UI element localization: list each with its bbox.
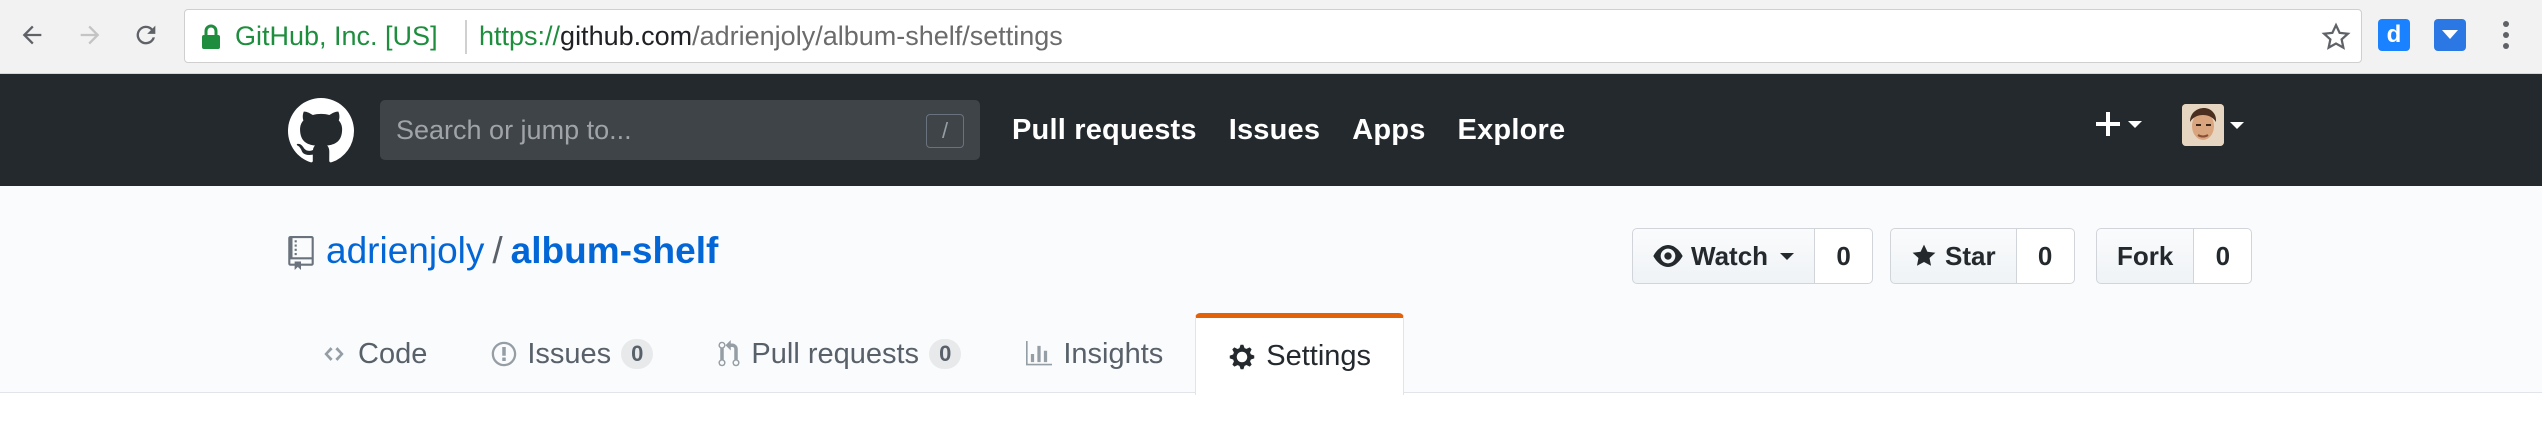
pocket-extension-icon[interactable] [2434, 19, 2466, 51]
repo-icon [288, 236, 314, 270]
star-icon [1912, 244, 1936, 266]
secure-origin-label: GitHub, Inc. [US] [235, 21, 438, 51]
chevron-down-icon [2128, 120, 2142, 128]
star-group: Star 0 [1890, 228, 2075, 284]
fork-label: Fork [2117, 240, 2174, 271]
tab-insights[interactable]: Insights [993, 314, 1195, 394]
arrow-left-icon [22, 25, 42, 45]
tab-issues-count: 0 [621, 339, 654, 369]
reload-button[interactable] [126, 15, 166, 55]
fork-button[interactable]: Fork [2096, 228, 2195, 284]
lock-icon [202, 24, 220, 49]
nav-pull-requests[interactable]: Pull requests [1012, 114, 1197, 147]
graph-icon [1026, 341, 1053, 366]
back-button[interactable] [12, 15, 52, 55]
arrow-right-icon [80, 25, 100, 45]
pull-request-icon [718, 340, 740, 367]
watch-group: Watch 0 [1632, 228, 1874, 284]
url-scheme: https:// [479, 21, 561, 51]
search-input[interactable]: Search or jump to... / [380, 100, 980, 160]
fork-group: Fork 0 [2096, 228, 2253, 284]
eye-icon [1653, 245, 1683, 267]
url-text: https://github.com/adrienjoly/album-shel… [479, 21, 1063, 52]
star-label: Star [1945, 240, 1996, 271]
create-new-dropdown[interactable] [2094, 110, 2142, 138]
browser-toolbar: GitHub, Inc. [US] https://github.com/adr… [0, 0, 2542, 74]
url-host: github.com [560, 21, 693, 51]
tab-pull-requests-count: 0 [929, 339, 962, 369]
url-path: /adrienjoly/album-shelf/settings [692, 21, 1063, 51]
reload-icon [136, 25, 156, 45]
star-button[interactable]: Star [1890, 228, 2017, 284]
watch-label: Watch [1691, 240, 1769, 271]
user-menu-dropdown[interactable] [2182, 104, 2244, 146]
tab-code-label: Code [358, 337, 428, 370]
d-extension-icon[interactable]: d [2378, 19, 2410, 51]
github-header: Search or jump to... / Pull requests Iss… [0, 74, 2542, 186]
tab-code[interactable]: Code [288, 314, 459, 394]
global-nav: Pull requests Issues Apps Explore [1012, 114, 1565, 147]
github-octocat-icon[interactable] [288, 98, 354, 164]
address-bar[interactable]: GitHub, Inc. [US] https://github.com/adr… [184, 9, 2362, 63]
tab-pull-requests[interactable]: Pull requests 0 [685, 314, 993, 394]
repo-tabs: Code Issues 0 Pull requests 0 Insights S… [288, 313, 1405, 395]
repository-header: adrienjoly / album-shelf Watch 0 Star 0 Fo… [0, 186, 2542, 395]
forward-button[interactable] [70, 15, 110, 55]
tab-insights-label: Insights [1063, 337, 1164, 370]
search-placeholder: Search or jump to... [396, 115, 632, 145]
bookmark-star-icon[interactable] [2321, 22, 2351, 52]
tab-settings[interactable]: Settings [1195, 313, 1405, 395]
tab-issues-label: Issues [527, 337, 612, 370]
tab-settings-label: Settings [1266, 340, 1372, 372]
search-shortcut-key: / [926, 114, 964, 148]
fork-count[interactable]: 0 [2194, 228, 2253, 284]
chevron-down-icon [1780, 252, 1795, 260]
gear-icon [1230, 344, 1255, 369]
more-vertical-icon[interactable] [2496, 18, 2516, 52]
repo-owner-link[interactable]: adrienjoly [326, 230, 484, 271]
tab-issues[interactable]: Issues 0 [459, 314, 685, 394]
omnibox-divider [465, 20, 467, 54]
chevron-down-icon [2230, 121, 2244, 129]
plus-icon [2096, 112, 2120, 136]
d-extension-letter: d [2386, 21, 2402, 48]
repo-title: adrienjoly / album-shelf [326, 230, 718, 272]
user-photo-icon [2182, 104, 2224, 146]
nav-apps[interactable]: Apps [1352, 114, 1425, 147]
avatar [2182, 104, 2224, 146]
nav-explore[interactable]: Explore [1458, 114, 1566, 147]
star-count[interactable]: 0 [2016, 228, 2075, 284]
issue-icon [492, 341, 517, 367]
code-icon [324, 347, 344, 361]
watch-button[interactable]: Watch [1632, 228, 1816, 284]
chevron-down-icon [2442, 30, 2458, 39]
tab-pull-requests-label: Pull requests [751, 337, 920, 370]
repo-path-separator: / [492, 230, 503, 271]
repo-name-link[interactable]: album-shelf [511, 230, 719, 271]
watch-count[interactable]: 0 [1815, 228, 1874, 284]
nav-issues[interactable]: Issues [1229, 114, 1321, 147]
